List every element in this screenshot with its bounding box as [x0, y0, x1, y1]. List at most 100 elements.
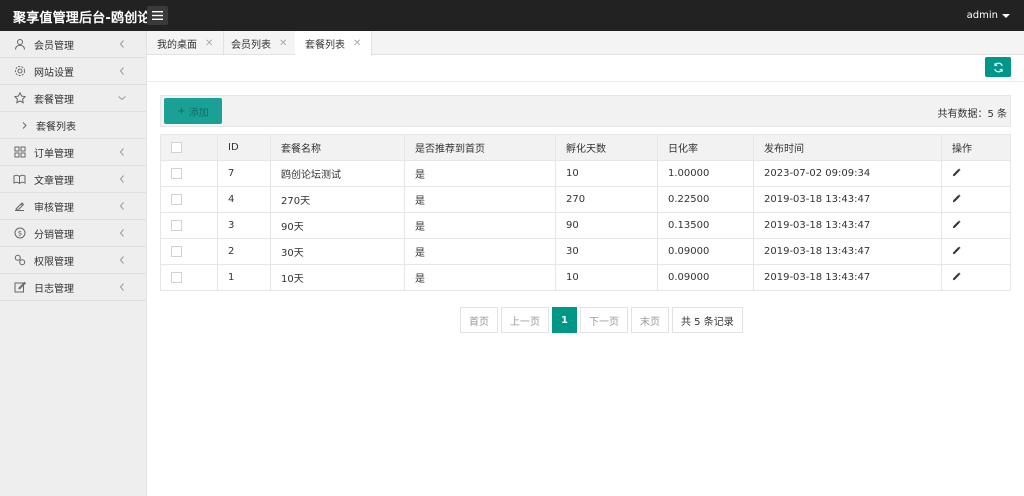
column-header: 是否推荐到首页 — [404, 134, 556, 161]
cell-actions — [941, 264, 1011, 291]
sidebar-item-articles[interactable]: 文章管理 — [0, 166, 146, 193]
sidebar-item-orders[interactable]: 订单管理 — [0, 139, 146, 166]
sidebar-item-distribution[interactable]: $ 分销管理 — [0, 220, 146, 247]
cell-rate: 0.13500 — [657, 212, 754, 239]
next-page-button[interactable]: 下一页 — [580, 307, 628, 333]
app-title: 聚享值管理后台-鸥创论 — [13, 11, 151, 26]
prev-page-button[interactable]: 上一页 — [501, 307, 549, 333]
chevron-left-icon — [117, 228, 127, 238]
cell-recommend: 是 — [404, 212, 556, 239]
sidebar-item-packages[interactable]: 套餐管理 — [0, 85, 146, 112]
row-select-cell — [160, 212, 218, 239]
sidebar-item-permissions[interactable]: 权限管理 — [0, 247, 146, 274]
add-button-label: 添加 — [188, 107, 209, 119]
cell-name: 90天 — [270, 212, 405, 239]
sidebar-item-label: 权限管理 — [34, 256, 74, 268]
select-all-checkbox[interactable] — [171, 141, 182, 153]
cell-actions — [941, 160, 1011, 187]
cell-time: 2019-03-18 13:43:47 — [753, 238, 942, 265]
cell-time: 2019-03-18 13:43:47 — [753, 264, 942, 291]
user-icon — [13, 38, 26, 51]
close-icon[interactable]: ✕ — [353, 38, 361, 49]
pagination: 首页 上一页 1 下一页 末页 共 5 条记录 — [460, 307, 743, 333]
list-toolbar: + 添加 共有数据：5 条 — [160, 95, 1011, 127]
cell-recommend: 是 — [404, 160, 556, 187]
package-table: ID 套餐名称 是否推荐到首页 孵化天数 日化率 发布时间 操作 7 鸥创论坛测… — [160, 134, 1011, 291]
gear-icon — [13, 65, 26, 78]
chevron-left-icon — [117, 255, 127, 265]
user-menu[interactable]: admin — [967, 10, 1010, 21]
cell-name: 30天 — [270, 238, 405, 265]
sidebar-item-label: 文章管理 — [34, 175, 74, 187]
cell-actions — [941, 212, 1011, 239]
cell-time: 2019-03-18 13:43:47 — [753, 186, 942, 213]
first-page-button[interactable]: 首页 — [460, 307, 498, 333]
cell-name: 10天 — [270, 264, 405, 291]
sidebar-item-review[interactable]: 审核管理 — [0, 193, 146, 220]
cell-name: 鸥创论坛测试 — [270, 160, 405, 187]
sidebar-item-label: 订单管理 — [34, 148, 74, 160]
chevron-left-icon — [117, 201, 127, 211]
dollar-icon: $ — [13, 227, 26, 240]
cell-time: 2019-03-18 13:43:47 — [753, 212, 942, 239]
edit-icon[interactable] — [952, 245, 961, 255]
plus-icon: + — [177, 105, 186, 117]
tab-strip: 我的桌面 ✕ 会员列表 ✕ 套餐列表 ✕ — [147, 31, 1024, 56]
cell-id: 7 — [217, 160, 271, 187]
close-icon[interactable]: ✕ — [205, 38, 213, 49]
cell-rate: 0.09000 — [657, 238, 754, 265]
table-header-row: ID 套餐名称 是否推荐到首页 孵化天数 日化率 发布时间 操作 — [160, 134, 1011, 161]
cell-rate: 1.00000 — [657, 160, 754, 187]
edit-icon[interactable] — [952, 219, 961, 229]
add-button[interactable]: + 添加 — [164, 98, 222, 124]
row-select-cell — [160, 238, 218, 265]
column-header: 套餐名称 — [270, 134, 405, 161]
row-checkbox[interactable] — [171, 219, 182, 231]
tab-label: 我的桌面 — [157, 39, 197, 51]
edit-icon[interactable] — [952, 193, 961, 203]
sidebar-item-site-settings[interactable]: 网站设置 — [0, 58, 146, 85]
grid-icon — [13, 146, 26, 159]
menu-toggle-button[interactable] — [147, 6, 168, 25]
cell-days: 270 — [555, 186, 658, 213]
tab-package-list[interactable]: 套餐列表 ✕ — [295, 31, 373, 56]
row-checkbox[interactable] — [171, 193, 182, 205]
cell-name: 270天 — [270, 186, 405, 213]
table-row: 7 鸥创论坛测试 是 10 1.00000 2023-07-02 09:09:3… — [160, 160, 1011, 187]
row-select-cell — [160, 186, 218, 213]
hamburger-icon — [152, 11, 163, 20]
current-page-button[interactable]: 1 — [552, 307, 577, 333]
row-checkbox[interactable] — [171, 245, 182, 257]
cell-time: 2023-07-02 09:09:34 — [753, 160, 942, 187]
cell-id: 2 — [217, 238, 271, 265]
last-page-button[interactable]: 末页 — [631, 307, 669, 333]
sidebar-item-members[interactable]: 会员管理 — [0, 31, 146, 58]
tab-member-list[interactable]: 会员列表 ✕ — [221, 31, 299, 55]
chevron-left-icon — [117, 39, 127, 49]
sidebar-subitem-package-list[interactable]: 套餐列表 — [0, 112, 146, 139]
cell-days: 30 — [555, 238, 658, 265]
refresh-icon — [993, 62, 1003, 72]
chevron-left-icon — [117, 66, 127, 76]
chevron-left-icon — [117, 174, 127, 184]
cell-actions — [941, 238, 1011, 265]
sidebar-subitem-label: 套餐列表 — [36, 121, 76, 133]
edit-icon[interactable] — [952, 167, 961, 177]
row-select-cell — [160, 264, 218, 291]
total-records: 共 5 条记录 — [672, 307, 743, 333]
cell-recommend: 是 — [404, 238, 556, 265]
tab-label: 套餐列表 — [305, 40, 345, 51]
close-icon[interactable]: ✕ — [279, 38, 287, 49]
refresh-button[interactable] — [985, 57, 1011, 77]
table-row: 2 30天 是 30 0.09000 2019-03-18 13:43:47 — [160, 238, 1011, 265]
column-header: 日化率 — [657, 134, 754, 161]
row-checkbox[interactable] — [171, 167, 182, 179]
table-row: 1 10天 是 10 0.09000 2019-03-18 13:43:47 — [160, 264, 1011, 291]
column-header: 发布时间 — [753, 134, 942, 161]
row-checkbox[interactable] — [171, 271, 182, 283]
edit-icon[interactable] — [952, 271, 961, 281]
sidebar-item-logs[interactable]: 日志管理 — [0, 274, 146, 301]
chevron-down-icon — [117, 93, 127, 103]
column-header: 操作 — [941, 134, 1011, 161]
tab-desktop[interactable]: 我的桌面 ✕ — [147, 31, 225, 55]
